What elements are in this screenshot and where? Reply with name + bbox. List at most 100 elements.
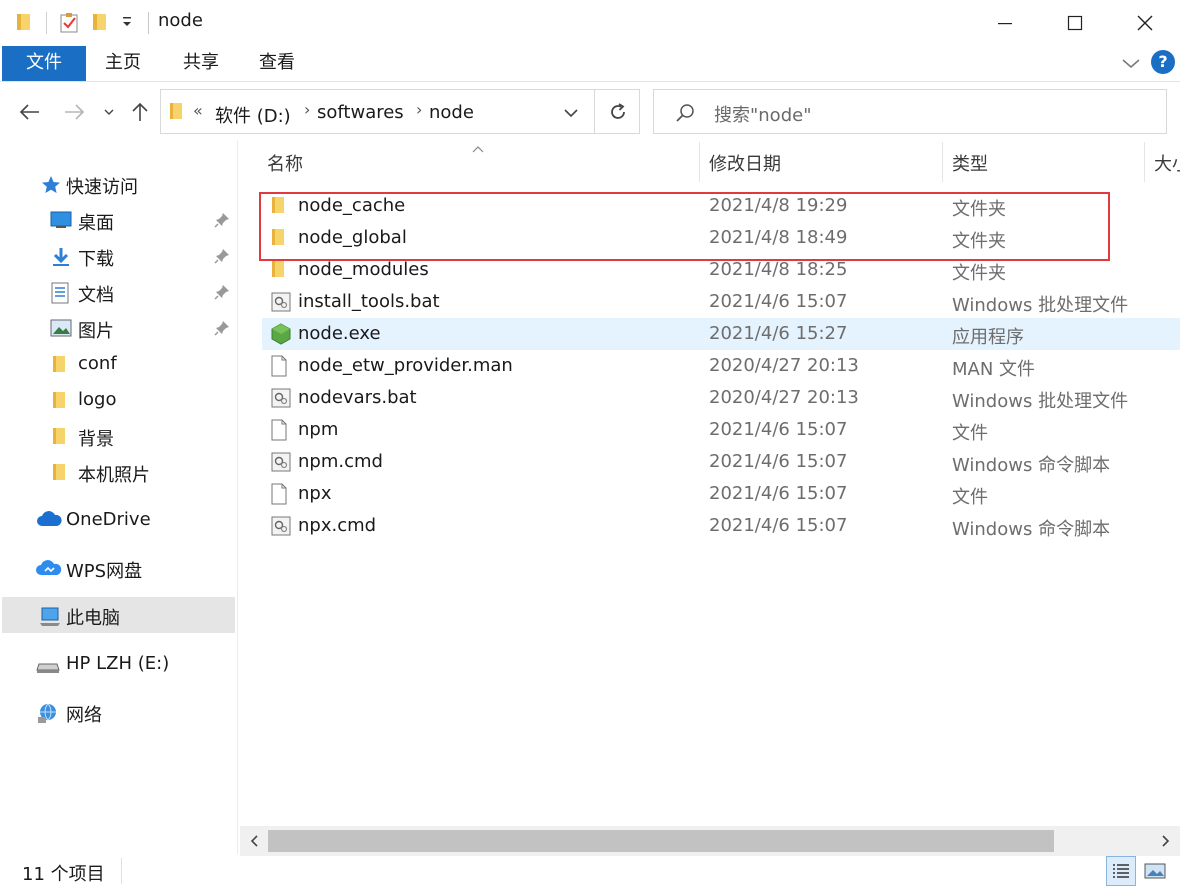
minimize-button[interactable] xyxy=(970,0,1040,46)
file-row[interactable]: node_etw_provider.man 2020/4/27 20:13 MAN … xyxy=(262,350,1180,382)
title-bar: node xyxy=(0,0,1180,46)
search-input[interactable]: 搜索"node" xyxy=(714,101,811,127)
sidebar-item-logo[interactable]: logo xyxy=(0,382,236,418)
address-bar[interactable]: « 软件 (D:) › softwares › node xyxy=(160,89,640,134)
sidebar-item-local-photos[interactable]: 本机照片 xyxy=(0,454,236,490)
sidebar-item-this-pc[interactable]: 此电脑 xyxy=(2,597,235,633)
breadcrumb-node[interactable]: node xyxy=(429,102,474,123)
breadcrumb-separator[interactable]: › xyxy=(304,100,310,119)
file-name: npx xyxy=(298,483,332,504)
properties-icon[interactable] xyxy=(58,12,80,34)
pin-icon[interactable] xyxy=(214,284,230,300)
file-modified-date: 2021/4/6 15:07 xyxy=(709,483,848,504)
new-folder-icon[interactable] xyxy=(92,12,108,34)
sidebar-item-desktop[interactable]: 桌面 xyxy=(0,202,236,238)
sidebar-item-downloads[interactable]: 下载 xyxy=(0,238,236,274)
search-icon xyxy=(674,102,696,129)
refresh-button[interactable] xyxy=(594,89,641,134)
pin-icon[interactable] xyxy=(214,248,230,264)
arrow-up-icon xyxy=(132,102,148,121)
file-name: install_tools.bat xyxy=(298,291,440,312)
column-divider[interactable] xyxy=(699,142,700,182)
tab-view[interactable]: 查看 xyxy=(246,46,308,81)
customize-toolbar-icon[interactable] xyxy=(120,14,134,36)
tab-file[interactable]: 文件 xyxy=(2,46,86,81)
file-type: Windows 命令脚本 xyxy=(952,455,1111,476)
sidebar-item-usb-drive[interactable]: HP LZH (E:) xyxy=(0,646,236,682)
sidebar-item-network[interactable]: 网络 xyxy=(0,694,236,730)
sort-ascending-icon xyxy=(471,138,485,153)
file-modified-date: 2020/4/27 20:13 xyxy=(709,387,859,408)
back-button[interactable] xyxy=(14,96,46,128)
search-box[interactable]: 搜索"node" xyxy=(653,89,1167,134)
pin-icon[interactable] xyxy=(214,320,230,336)
item-count: 11 个项目 xyxy=(22,864,105,885)
column-header-type[interactable]: 类型 xyxy=(952,150,988,176)
file-type: Windows 批处理文件 xyxy=(952,295,1129,316)
close-button[interactable] xyxy=(1110,0,1180,46)
help-button[interactable]: ? xyxy=(1151,50,1175,74)
tab-share[interactable]: 共享 xyxy=(170,46,232,81)
folder-icon[interactable] xyxy=(16,12,32,34)
sidebar-item-wps[interactable]: WPS网盘 xyxy=(0,550,236,586)
chevron-right-icon xyxy=(1162,835,1170,847)
breadcrumb-drive[interactable]: 软件 (D:) xyxy=(215,102,291,128)
sidebar-item-documents[interactable]: 文档 xyxy=(0,274,236,310)
file-row[interactable]: npx.cmd 2021/4/6 15:07 Windows 命令脚本 xyxy=(262,510,1180,542)
refresh-icon xyxy=(611,102,625,119)
column-header-name[interactable]: 名称 xyxy=(267,150,303,176)
file-row[interactable]: npm.cmd 2021/4/6 15:07 Windows 命令脚本 xyxy=(262,446,1180,478)
file-name: node.exe xyxy=(298,323,381,344)
scrollbar-thumb[interactable] xyxy=(268,830,1054,852)
breadcrumb-overflow[interactable]: « xyxy=(193,101,203,120)
column-header-size[interactable]: 大小 xyxy=(1154,150,1180,176)
recent-locations-button[interactable] xyxy=(98,96,120,128)
maximize-button[interactable] xyxy=(1040,0,1110,46)
expand-ribbon-button[interactable] xyxy=(1120,52,1142,74)
details-view-button[interactable] xyxy=(1106,856,1136,886)
folder-icon xyxy=(169,101,183,126)
breadcrumb-separator[interactable]: › xyxy=(416,100,422,119)
scroll-left-button[interactable] xyxy=(240,826,268,856)
large-icons-view-icon xyxy=(1144,863,1166,879)
up-button[interactable] xyxy=(126,96,154,128)
column-header-date[interactable]: 修改日期 xyxy=(709,150,781,176)
horizontal-scrollbar[interactable] xyxy=(240,826,1180,856)
navigation-pane: 快速访问 桌面 下载 文档 图片 conf logo 背景 本机照片 OneDr… xyxy=(0,140,238,854)
sidebar-item-label: 此电脑 xyxy=(66,608,120,629)
details-view-icon xyxy=(1113,864,1129,878)
status-divider xyxy=(121,858,122,884)
file-modified-date: 2021/4/6 15:07 xyxy=(709,451,848,472)
breadcrumb-softwares[interactable]: softwares xyxy=(317,102,404,123)
scroll-right-button[interactable] xyxy=(1152,826,1180,856)
file-row[interactable]: nodevars.bat 2020/4/27 20:13 Windows 批处理文件 xyxy=(262,382,1180,414)
column-divider[interactable] xyxy=(1144,142,1145,182)
sidebar-item-onedrive[interactable]: OneDrive xyxy=(0,502,236,538)
chevron-left-icon xyxy=(250,835,258,847)
batch-file-icon xyxy=(270,291,292,313)
sidebar-item-label: 文档 xyxy=(78,285,114,306)
batch-file-icon xyxy=(270,451,292,473)
file-row[interactable]: install_tools.bat 2021/4/6 15:07 Windows 批… xyxy=(262,286,1180,318)
sidebar-item-conf[interactable]: conf xyxy=(0,346,236,382)
folder-icon xyxy=(52,426,72,446)
forward-button[interactable] xyxy=(58,96,90,128)
sidebar-item-label: 网络 xyxy=(66,705,102,726)
minimize-icon xyxy=(998,23,1012,25)
arrow-left-icon xyxy=(19,104,39,120)
sidebar-item-quick-access[interactable]: 快速访问 xyxy=(0,166,236,202)
file-row[interactable]: node.exe 2021/4/6 15:27 应用程序 xyxy=(262,318,1180,350)
file-row[interactable]: npx 2021/4/6 15:07 文件 xyxy=(262,478,1180,510)
sidebar-item-pictures[interactable]: 图片 xyxy=(0,310,236,346)
file-modified-date: 2021/4/6 15:07 xyxy=(709,419,848,440)
file-icon xyxy=(270,483,292,505)
tab-home[interactable]: 主页 xyxy=(92,46,154,81)
file-row[interactable]: npm 2021/4/6 15:07 文件 xyxy=(262,414,1180,446)
sidebar-item-label: 下载 xyxy=(78,249,114,270)
sidebar-item-background[interactable]: 背景 xyxy=(0,418,236,454)
column-divider[interactable] xyxy=(942,142,943,182)
large-icons-view-button[interactable] xyxy=(1140,856,1170,886)
address-history-button[interactable] xyxy=(563,104,579,125)
download-icon xyxy=(50,246,70,266)
pin-icon[interactable] xyxy=(214,212,230,228)
